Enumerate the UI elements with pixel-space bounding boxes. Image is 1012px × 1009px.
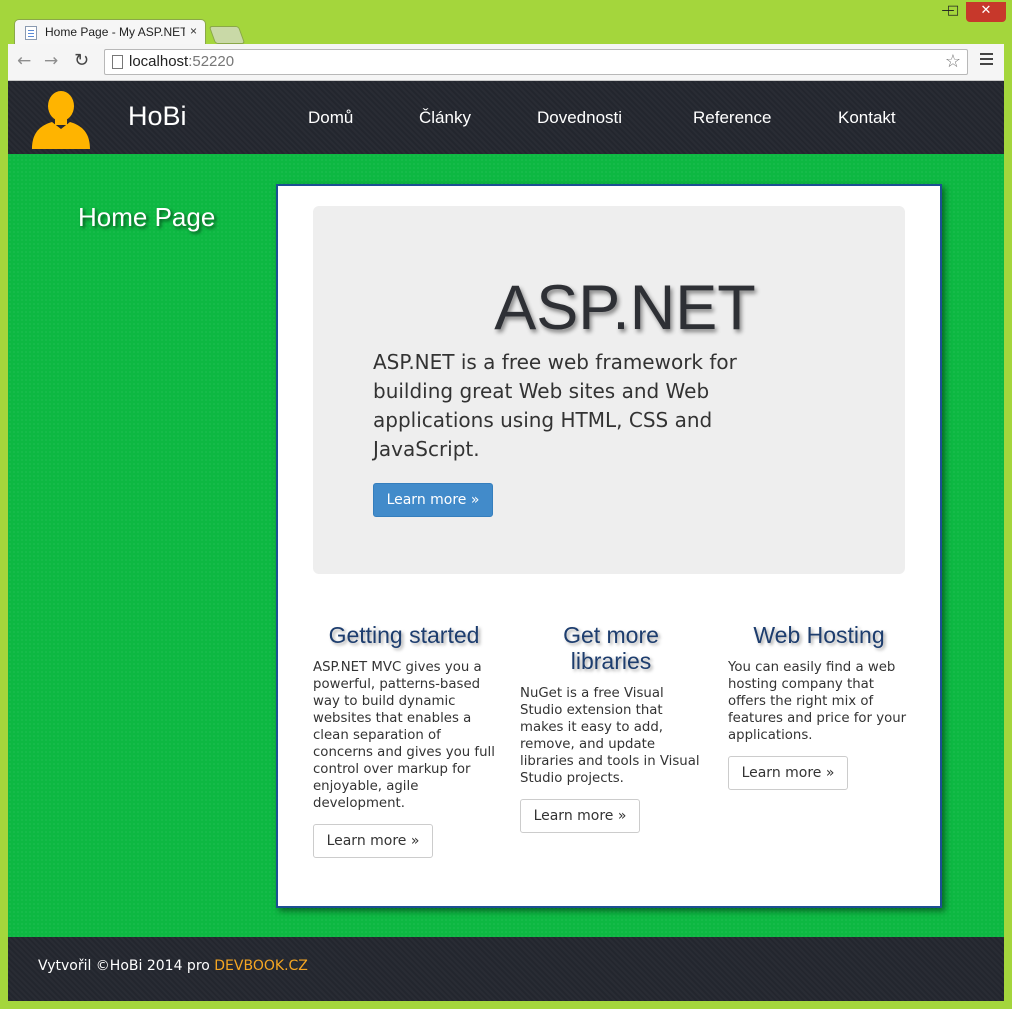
close-icon[interactable]: ✕ xyxy=(966,2,1006,22)
nav-item-domu[interactable]: Domů xyxy=(308,108,353,128)
close-tab-icon[interactable]: × xyxy=(190,24,197,38)
reload-icon[interactable]: ↻ xyxy=(74,51,89,71)
star-icon[interactable]: ☆ xyxy=(945,51,961,72)
jumbotron-title-text: ASP.NET xyxy=(494,273,756,343)
column-text: You can easily find a web hosting compan… xyxy=(728,660,907,743)
page-icon xyxy=(25,26,37,40)
forward-icon[interactable]: → xyxy=(44,51,58,71)
brand-name[interactable]: HoBi xyxy=(128,101,187,132)
column-text: NuGet is a free Visual Studio extension … xyxy=(520,686,700,786)
column-heading: Getting started xyxy=(328,622,480,648)
site-footer: Vytvořil ©HoBi 2014 pro DEVBOOK.CZ xyxy=(8,937,1004,1001)
tab-title: Home Page - My ASP.NET xyxy=(45,25,185,39)
browser-tab[interactable]: Home Page - My ASP.NET × xyxy=(14,19,206,45)
nav-item-dovednosti[interactable]: Dovednosti xyxy=(537,108,622,128)
browser-toolbar: ← → ↻ localhost:52220 ☆ xyxy=(8,44,1004,81)
footer-text: Vytvořil ©HoBi 2014 pro DEVBOOK.CZ xyxy=(38,958,308,974)
column-heading: Web Hosting xyxy=(753,622,885,648)
jumbotron-title: ASP.NET xyxy=(313,272,905,344)
url-text[interactable]: localhost:52220 xyxy=(129,53,234,70)
jumbotron: ASP.NET ASP.NET is a free web framework … xyxy=(313,206,905,574)
site-header: HoBi Domů Články Dovednosti Reference Ko… xyxy=(8,81,1004,154)
column-get-more-libraries: Get more libraries NuGet is a free Visua… xyxy=(520,622,702,833)
getting-started-learn-more-button[interactable]: Learn more » xyxy=(313,824,433,858)
tab-strip: Home Page - My ASP.NET × — □ ✕ xyxy=(0,0,1012,45)
page-icon xyxy=(112,55,123,69)
browser-window: Home Page - My ASP.NET × — □ ✕ ← → ↻ loc… xyxy=(0,0,1012,1009)
column-getting-started: Getting started ASP.NET MVC gives you a … xyxy=(313,622,495,858)
user-avatar-icon[interactable] xyxy=(32,89,90,149)
column-text: ASP.NET MVC gives you a powerful, patter… xyxy=(313,660,495,811)
maximize-icon[interactable]: □ xyxy=(940,2,966,22)
page-title: Home Page xyxy=(78,202,216,232)
nav-item-reference[interactable]: Reference xyxy=(693,108,771,128)
jumbotron-lead: ASP.NET is a free web framework for buil… xyxy=(373,350,737,461)
nav-item-kontakt[interactable]: Kontakt xyxy=(838,108,896,128)
page-viewport: HoBi Domů Články Dovednosti Reference Ko… xyxy=(8,81,1004,1001)
learn-more-button[interactable]: Learn more » xyxy=(373,483,493,517)
back-icon[interactable]: ← xyxy=(17,51,31,71)
footer-credit: Vytvořil ©HoBi 2014 pro xyxy=(38,958,215,974)
url-port: :52220 xyxy=(188,53,235,70)
nav-item-clanky[interactable]: Články xyxy=(419,108,471,128)
libraries-learn-more-button[interactable]: Learn more » xyxy=(520,799,640,833)
menu-icon[interactable] xyxy=(980,53,994,69)
column-heading: Get more libraries xyxy=(563,622,659,674)
column-web-hosting: Web Hosting You can easily find a web ho… xyxy=(728,622,910,790)
new-tab-button[interactable] xyxy=(208,26,246,44)
url-host: localhost xyxy=(129,53,189,70)
main-panel: ASP.NET ASP.NET is a free web framework … xyxy=(276,184,942,908)
footer-link-devbook[interactable]: DEVBOOK.CZ xyxy=(214,958,308,974)
address-bar[interactable]: localhost:52220 ☆ xyxy=(104,49,968,75)
hosting-learn-more-button[interactable]: Learn more » xyxy=(728,756,848,790)
